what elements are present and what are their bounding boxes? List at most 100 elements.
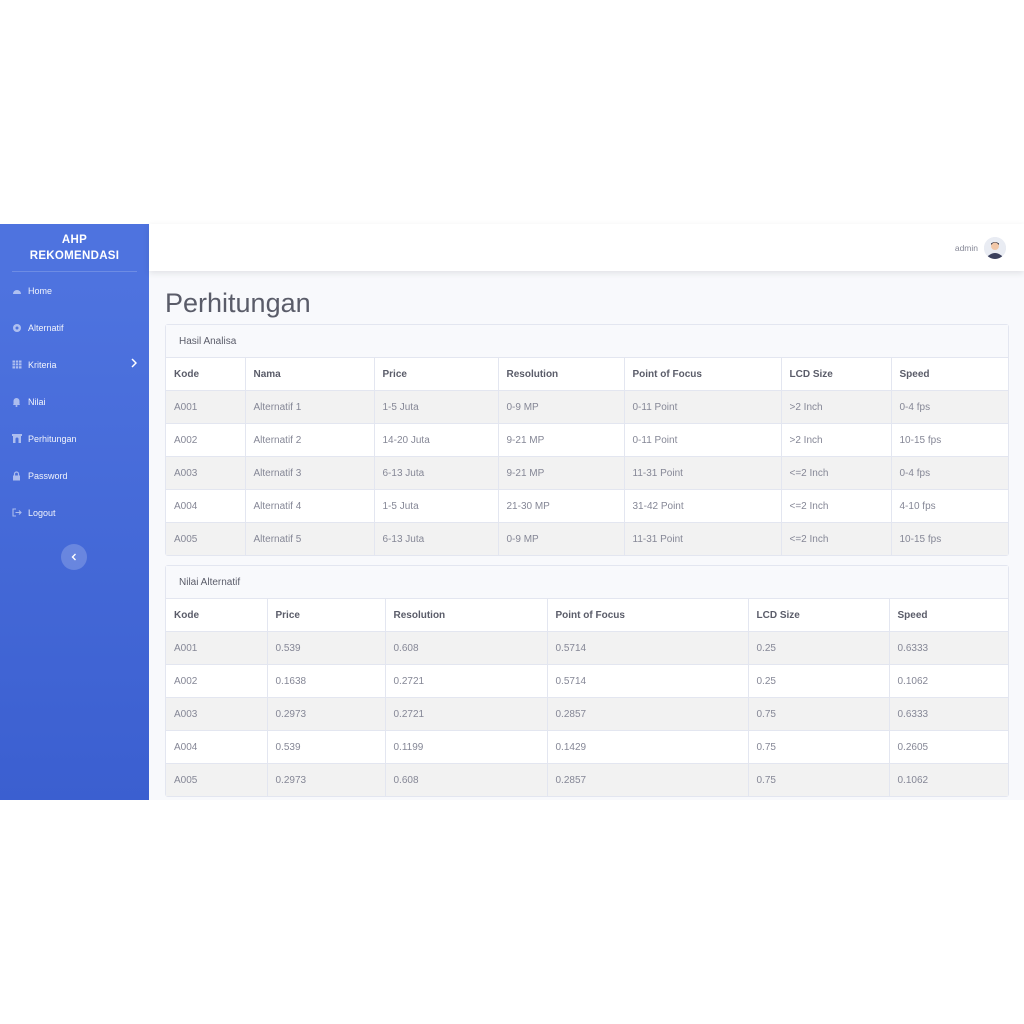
- sidebar-item-logout[interactable]: Logout: [0, 494, 149, 531]
- table-cell: A001: [166, 631, 268, 665]
- avatar[interactable]: [984, 236, 1006, 259]
- table-cell: 0.2973: [267, 697, 386, 731]
- table-cell: 11-31 Point: [624, 456, 782, 490]
- page-title: Perhitungan: [165, 288, 311, 318]
- table-icon: [11, 360, 22, 370]
- card-header: Nilai Alternatif: [166, 566, 1008, 599]
- column-header[interactable]: Kode: [166, 358, 246, 391]
- table-cell: 0.75: [748, 730, 890, 764]
- sidebar: AHP REKOMENDASI Home Alternatif Kriteria…: [0, 224, 149, 800]
- table-cell: 14-20 Juta: [374, 423, 499, 457]
- table-cell: 0.539: [267, 631, 386, 665]
- table-cell: 0.2721: [385, 664, 548, 698]
- table-cell: <=2 Inch: [781, 522, 892, 555]
- sidebar-item-label: Home: [28, 285, 53, 296]
- sidebar-item-password[interactable]: Password: [0, 457, 149, 494]
- table-cell: 0.1062: [889, 763, 1008, 796]
- table-cell: Alternatif 5: [245, 522, 375, 555]
- table-cell: 0.2973: [267, 763, 386, 796]
- brand-line-2: REKOMENDASI: [29, 249, 120, 262]
- column-header[interactable]: Kode: [166, 599, 268, 632]
- column-header[interactable]: Resolution: [498, 358, 625, 391]
- table-cell: 0-4 fps: [891, 456, 1008, 490]
- user-avatar-icon: [984, 236, 1006, 259]
- table-cell: Alternatif 2: [245, 423, 375, 457]
- table-cell: 0-4 fps: [891, 390, 1008, 424]
- table-row: A002 0.1638 0.2721 0.5714 0.25 0.1062: [166, 664, 1008, 698]
- sidebar-item-label: Perhitungan: [28, 433, 77, 444]
- sidebar-item-nilai[interactable]: Nilai: [0, 383, 149, 420]
- table-cell: A005: [166, 763, 268, 796]
- table-cell: 0.608: [385, 631, 548, 665]
- table-cell: 0.2605: [889, 730, 1008, 764]
- sidebar-brand[interactable]: AHP REKOMENDASI: [12, 224, 137, 272]
- table-cell: 0.1638: [267, 664, 386, 698]
- sidebar-toggle-button[interactable]: [61, 544, 87, 570]
- sidebar-item-label: Alternatif: [28, 322, 64, 333]
- table-cell: 11-31 Point: [624, 522, 782, 555]
- column-header[interactable]: Point of Focus: [624, 358, 782, 391]
- hasil-analisa-card: Hasil Analisa Kode Nama Price Resolution Poi…: [165, 324, 1009, 556]
- table-cell: 6-13 Juta: [374, 522, 499, 555]
- table-cell: 31-42 Point: [624, 489, 782, 523]
- table-cell: 0.25: [748, 631, 890, 665]
- lock-icon: [11, 470, 22, 481]
- table-row: A004 Alternatif 4 1-5 Juta 21-30 MP 31-42 Po…: [166, 489, 1008, 523]
- table-cell: 0.2857: [547, 763, 749, 796]
- table-cell: 4-10 fps: [891, 489, 1008, 523]
- sidebar-item-alternatif[interactable]: Alternatif: [0, 309, 149, 346]
- table-cell: 0.6333: [889, 631, 1008, 665]
- column-header[interactable]: Resolution: [385, 599, 548, 632]
- table-cell: A002: [166, 664, 268, 698]
- brand-line-1: AHP: [61, 233, 88, 246]
- table-cell: >2 Inch: [781, 423, 892, 457]
- table-cell: <=2 Inch: [781, 489, 892, 523]
- sidebar-item-label: Password: [28, 470, 68, 481]
- sidebar-item-perhitungan[interactable]: Perhitungan: [0, 420, 149, 457]
- chevron-left-icon: [71, 548, 77, 566]
- table-cell: A004: [166, 489, 246, 523]
- column-header[interactable]: Nama: [245, 358, 375, 391]
- table-cell: 0.5714: [547, 664, 749, 698]
- table-cell: A002: [166, 423, 246, 457]
- column-header[interactable]: Point of Focus: [547, 599, 749, 632]
- table-cell: A004: [166, 730, 268, 764]
- table-cell: 0.75: [748, 763, 890, 796]
- sign-out-icon: [11, 508, 22, 518]
- user-name[interactable]: admin: [955, 243, 978, 253]
- table-cell: 0-9 MP: [498, 390, 625, 424]
- table-cell: 10-15 fps: [891, 522, 1008, 555]
- cog-icon: [11, 323, 22, 333]
- table-cell: 0.539: [267, 730, 386, 764]
- table-cell: 0.75: [748, 697, 890, 731]
- table-cell: 0.6333: [889, 697, 1008, 731]
- table-cell: 0.2857: [547, 697, 749, 731]
- table-cell: 6-13 Juta: [374, 456, 499, 490]
- sidebar-item-label: Nilai: [28, 396, 46, 407]
- table-header-row: Kode Price Resolution Point of Focus LCD Siz…: [166, 599, 1008, 632]
- table-cell: 10-15 fps: [891, 423, 1008, 457]
- column-header[interactable]: LCD Size: [781, 358, 892, 391]
- table-cell: 0-11 Point: [624, 390, 782, 424]
- sidebar-item-kriteria[interactable]: Kriteria: [0, 346, 149, 383]
- table-cell: Alternatif 1: [245, 390, 375, 424]
- column-header[interactable]: Price: [267, 599, 386, 632]
- hasil-analisa-table: Kode Nama Price Resolution Point of Focus LCD…: [166, 358, 1008, 555]
- sidebar-item-label: Logout: [28, 507, 56, 518]
- table-row: A005 Alternatif 5 6-13 Juta 0-9 MP 11-31 Poi…: [166, 522, 1008, 555]
- nilai-alternatif-card: Nilai Alternatif Kode Price Resolution Poin…: [165, 565, 1009, 797]
- table-cell: Alternatif 3: [245, 456, 375, 490]
- table-cell: 9-21 MP: [498, 423, 625, 457]
- table-cell: 0-9 MP: [498, 522, 625, 555]
- column-header[interactable]: Speed: [891, 358, 1008, 391]
- table-row: A001 0.539 0.608 0.5714 0.25 0.6333: [166, 631, 1008, 665]
- table-cell: 0.1429: [547, 730, 749, 764]
- column-header[interactable]: Price: [374, 358, 499, 391]
- nilai-alternatif-table: Kode Price Resolution Point of Focus LCD Siz…: [166, 599, 1008, 796]
- column-header[interactable]: LCD Size: [748, 599, 890, 632]
- main-content: admin Perhitungan Hasil Analisa Kode Nama…: [149, 224, 1024, 800]
- table-row: A003 Alternatif 3 6-13 Juta 9-21 MP 11-31 Po…: [166, 456, 1008, 490]
- sidebar-item-home[interactable]: Home: [0, 272, 149, 309]
- tachometer-icon: [11, 286, 22, 296]
- column-header[interactable]: Speed: [889, 599, 1008, 632]
